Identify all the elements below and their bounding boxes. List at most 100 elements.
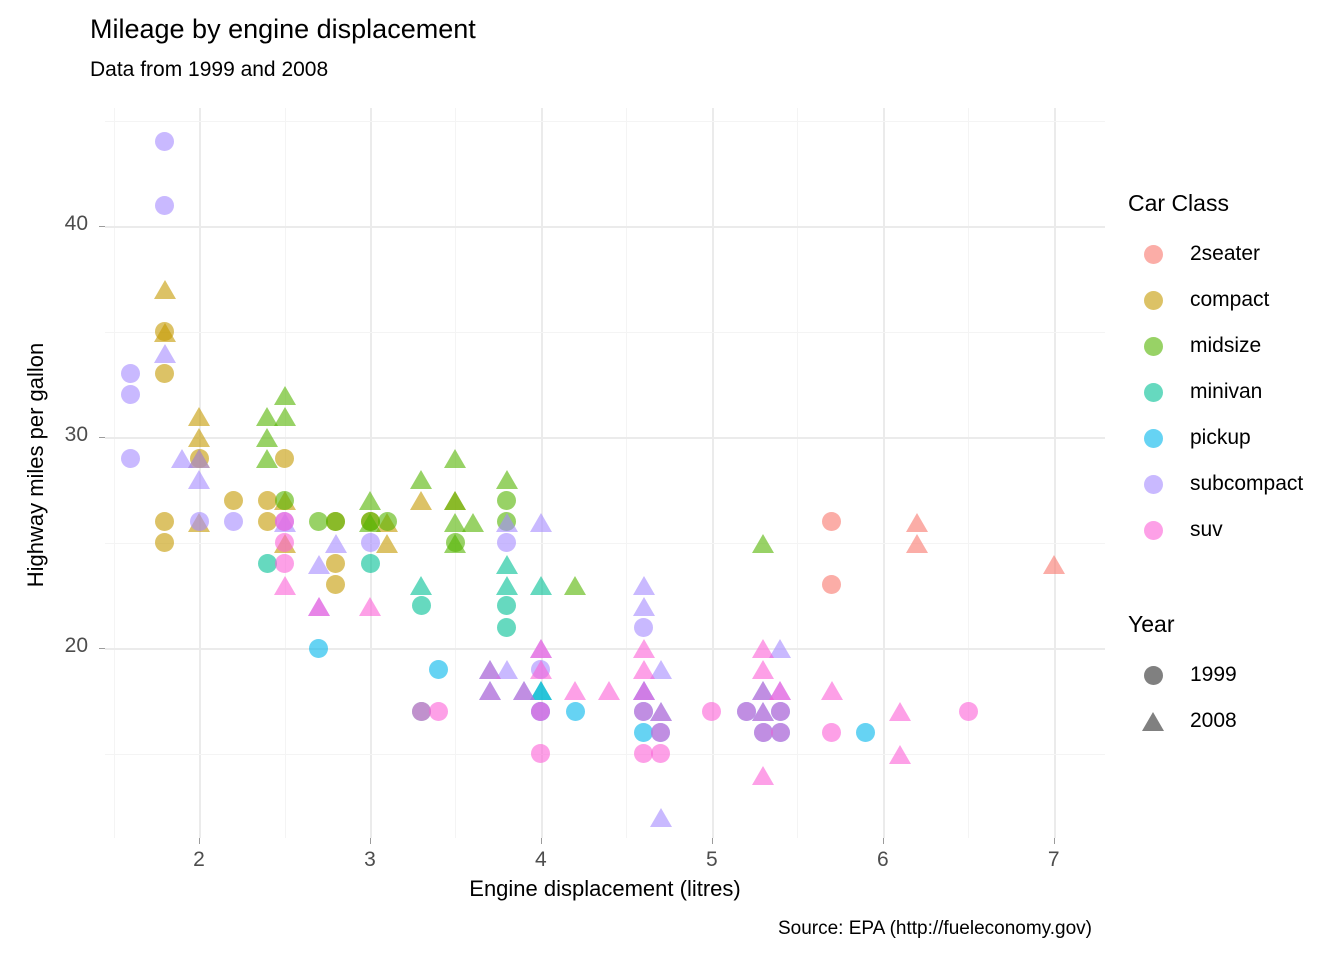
gridline-vertical bbox=[882, 108, 885, 838]
data-point bbox=[753, 723, 773, 742]
data-point bbox=[307, 596, 330, 616]
legend-item-label: 2seater bbox=[1190, 242, 1261, 265]
data-point bbox=[634, 723, 653, 742]
data-point bbox=[822, 512, 841, 531]
data-point bbox=[888, 702, 911, 722]
data-point bbox=[377, 512, 397, 531]
data-point bbox=[649, 702, 672, 722]
legend-shape-swatch bbox=[1128, 665, 1178, 685]
gridline-vertical bbox=[455, 108, 457, 838]
x-axis-tick bbox=[199, 838, 200, 844]
data-point bbox=[495, 554, 518, 574]
legend-item-label: subcompact bbox=[1190, 472, 1304, 495]
gridline-vertical bbox=[113, 108, 115, 838]
data-point bbox=[256, 407, 279, 426]
data-point bbox=[564, 575, 587, 595]
data-point bbox=[153, 343, 176, 363]
data-point bbox=[478, 681, 501, 701]
data-point bbox=[649, 807, 672, 827]
data-point bbox=[632, 681, 655, 701]
legend-item-subcompact[interactable]: subcompact bbox=[1128, 461, 1344, 507]
data-point bbox=[769, 681, 792, 701]
data-point bbox=[770, 723, 790, 742]
data-point bbox=[497, 596, 517, 616]
x-axis-tick bbox=[711, 838, 713, 844]
data-point bbox=[155, 512, 175, 531]
data-point bbox=[632, 660, 655, 680]
data-point bbox=[495, 575, 518, 595]
data-point bbox=[632, 681, 655, 701]
data-point bbox=[410, 470, 433, 490]
data-point bbox=[155, 195, 175, 215]
data-point bbox=[822, 723, 841, 742]
data-point bbox=[495, 660, 518, 680]
chart-canvas: Mileage by engine displacement Data from… bbox=[0, 0, 1344, 960]
gridline-vertical bbox=[199, 108, 201, 838]
data-point bbox=[326, 575, 346, 595]
legend-item-2seater[interactable]: 2seater bbox=[1128, 231, 1344, 277]
legend-shape-swatch bbox=[1128, 711, 1178, 731]
data-point bbox=[495, 512, 518, 532]
data-point bbox=[428, 701, 448, 721]
data-point bbox=[461, 512, 484, 532]
legend-item-year-1999[interactable]: 1999 bbox=[1128, 652, 1344, 698]
legend-item-year-2008[interactable]: 2008 bbox=[1128, 698, 1344, 744]
x-axis-title: Engine displacement (litres) bbox=[469, 876, 741, 901]
data-point bbox=[752, 681, 775, 701]
data-point bbox=[736, 701, 756, 721]
legend-item-minivan[interactable]: minivan bbox=[1128, 369, 1344, 415]
x-axis-tick-label: 4 bbox=[535, 848, 547, 871]
data-point bbox=[326, 554, 346, 574]
gridline-vertical bbox=[1053, 108, 1056, 838]
circle-icon bbox=[1143, 428, 1163, 448]
data-point bbox=[497, 512, 517, 531]
gridline-horizontal bbox=[105, 120, 1105, 122]
data-point bbox=[634, 701, 653, 721]
data-point bbox=[121, 448, 141, 468]
data-point bbox=[326, 512, 346, 531]
chart-caption: Source: EPA (http://fueleconomy.gov) bbox=[777, 918, 1092, 939]
gridline-horizontal bbox=[105, 331, 1105, 333]
circle-icon bbox=[1143, 290, 1163, 310]
legend-color-rows: 2seater compact midsize minivan pickup subcom… bbox=[1128, 231, 1344, 553]
x-axis-tick-label: 6 bbox=[876, 848, 889, 871]
legend-item-compact[interactable]: compact bbox=[1128, 277, 1344, 323]
gridline-horizontal bbox=[105, 437, 1105, 440]
data-point bbox=[512, 681, 535, 701]
data-point bbox=[411, 596, 431, 616]
legend-item-label: midsize bbox=[1190, 334, 1262, 357]
data-point bbox=[428, 659, 448, 679]
legend-item-suv[interactable]: suv bbox=[1128, 507, 1344, 553]
gridline-horizontal bbox=[105, 542, 1105, 544]
legend-item-pickup[interactable]: pickup bbox=[1128, 415, 1344, 461]
data-point bbox=[634, 617, 653, 637]
data-point bbox=[155, 364, 175, 384]
data-point bbox=[632, 596, 655, 616]
gridline-vertical bbox=[968, 108, 970, 838]
y-axis-tick-label: 30 bbox=[64, 423, 88, 447]
gridline-horizontal bbox=[105, 648, 1105, 651]
legend-item-label: 1999 bbox=[1190, 663, 1237, 686]
legend-item-label: compact bbox=[1190, 288, 1270, 311]
x-axis-tick bbox=[882, 838, 884, 844]
data-point bbox=[257, 554, 277, 574]
x-axis-tick bbox=[1053, 838, 1055, 844]
y-axis-tick bbox=[99, 437, 105, 439]
data-point bbox=[512, 681, 535, 701]
data-point bbox=[223, 490, 243, 510]
data-point bbox=[770, 701, 790, 721]
plot-panel bbox=[105, 108, 1105, 838]
data-point bbox=[307, 554, 330, 574]
legend-item-midsize[interactable]: midsize bbox=[1128, 323, 1344, 369]
data-point bbox=[649, 702, 672, 722]
data-point bbox=[649, 660, 672, 680]
x-axis-tick bbox=[540, 838, 542, 844]
legend-shape: Year 1999 2008 bbox=[1128, 611, 1344, 744]
chart-subtitle: Data from 1999 and 2008 bbox=[90, 58, 329, 81]
data-point bbox=[632, 575, 655, 595]
legend-color: Car Class 2seater compact midsize minivan pi… bbox=[1128, 190, 1344, 553]
gridline-vertical bbox=[370, 108, 372, 838]
circle-icon bbox=[1143, 520, 1163, 540]
y-axis-tick bbox=[99, 226, 105, 228]
data-point bbox=[752, 702, 775, 722]
